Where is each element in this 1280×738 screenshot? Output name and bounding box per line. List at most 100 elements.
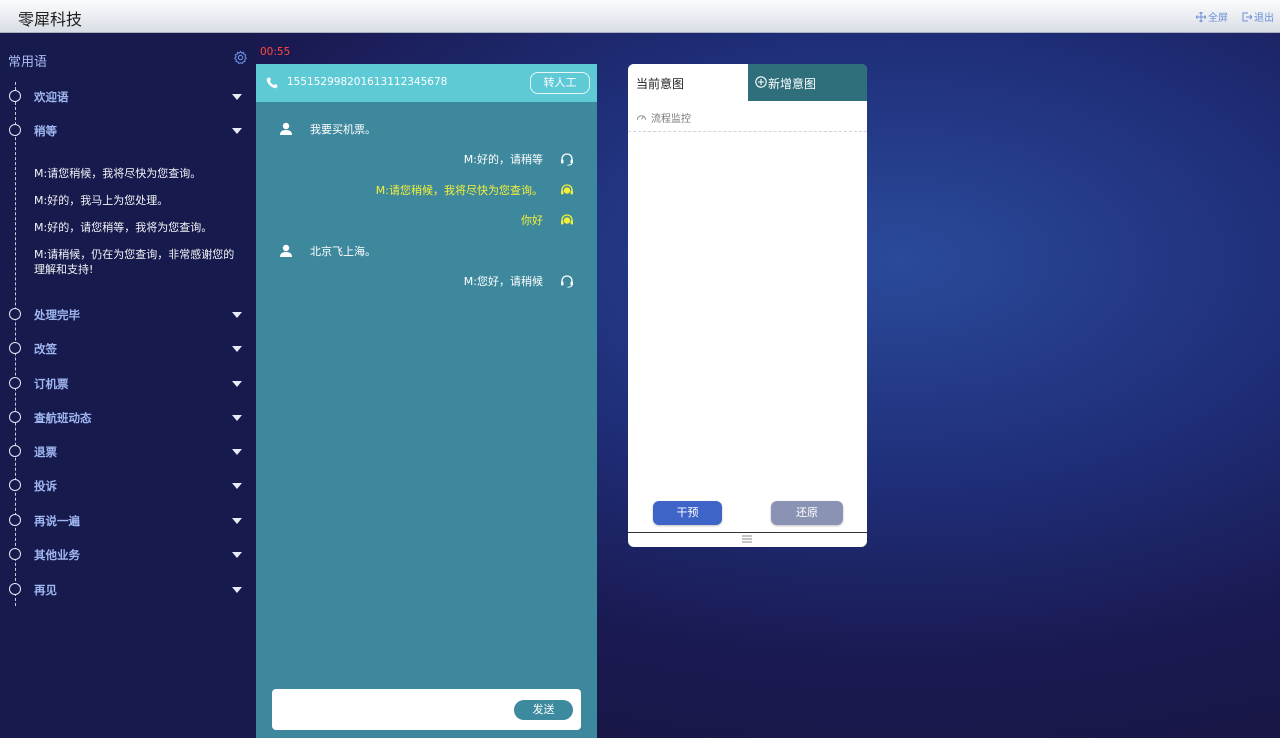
fullscreen-icon — [1196, 11, 1206, 22]
sidebar-item-welcome[interactable]: 欢迎语 — [0, 87, 256, 107]
message-text: M:请您稍候，我将尽快为您查询。 — [375, 184, 543, 197]
caret-down-icon[interactable] — [232, 94, 242, 100]
sidebar-item-label: 欢迎语 — [34, 90, 69, 104]
user-icon — [280, 244, 292, 257]
caret-down-icon[interactable] — [232, 312, 242, 318]
sidebar-item-label: 投诉 — [34, 479, 57, 493]
sidebar-item-complaint[interactable]: 投诉 — [0, 476, 256, 496]
top-bar: 零犀科技 全屏 退出 — [0, 0, 1280, 33]
intervene-button[interactable]: 干预 — [653, 501, 722, 525]
message-text: 我要买机票。 — [310, 123, 376, 136]
message-input[interactable] — [282, 697, 502, 721]
settings-icon[interactable] — [233, 50, 248, 65]
chat-message-agent: M:您好，请稍候 — [464, 273, 575, 289]
caret-down-icon[interactable] — [232, 128, 242, 134]
menu-icon[interactable] — [741, 534, 753, 544]
phrase-item[interactable]: M:请稍候，仍在为您查询，非常感谢您的理解和支持! — [34, 247, 239, 277]
divider — [628, 131, 867, 132]
sidebar-item-label: 退票 — [34, 445, 57, 459]
call-timer: 00:55 — [260, 46, 291, 58]
sidebar-item-label: 再见 — [34, 583, 57, 597]
chat-message-agent-highlight: M:请您稍候，我将尽快为您查询。 — [376, 182, 575, 198]
timeline-dot — [9, 377, 21, 389]
caret-down-icon[interactable] — [232, 587, 242, 593]
agent-icon — [561, 214, 573, 225]
caret-down-icon[interactable] — [232, 552, 242, 558]
agent-icon — [561, 184, 573, 195]
chat-panel: 15515299820161311234567­8 转人工 我要买机票。 M:好… — [256, 64, 597, 738]
sidebar-item-repeat[interactable]: 再说一遍 — [0, 511, 256, 531]
sidebar-item-flight-status[interactable]: 查航班动态 — [0, 408, 256, 428]
timeline-dot — [9, 445, 21, 457]
sidebar-item-wait[interactable]: 稍等 — [0, 121, 256, 141]
timeline-dot — [9, 514, 21, 526]
sidebar-item-book[interactable]: 订机票 — [0, 374, 256, 394]
transfer-to-human-button[interactable]: 转人工 — [530, 72, 590, 94]
timeline-dot — [9, 479, 21, 491]
fullscreen-button[interactable]: 全屏 — [1196, 9, 1228, 24]
tab-current-intent[interactable]: 当前意图 — [628, 64, 748, 101]
caret-down-icon[interactable] — [232, 518, 242, 524]
phone-number: 15515299820161311234567­8 — [287, 76, 448, 88]
headset-icon — [561, 153, 573, 166]
sidebar-item-label: 查航班动态 — [34, 411, 92, 425]
intent-tabs: 当前意图 新增意图 — [628, 64, 867, 101]
sidebar-item-bye[interactable]: 再见 — [0, 580, 256, 600]
sidebar-item-label: 其他业务 — [34, 548, 80, 562]
message-text: M:您好，请稍候 — [463, 275, 543, 288]
headset-icon — [561, 275, 573, 288]
add-circle-icon — [755, 76, 767, 88]
chat-header: 15515299820161311234567­8 转人工 — [256, 64, 597, 102]
timeline-dot — [9, 342, 21, 354]
sidebar-item-label: 再说一遍 — [34, 514, 80, 528]
sidebar-item-label: 订机票 — [34, 377, 69, 391]
timeline-dot — [9, 548, 21, 560]
fullscreen-label: 全屏 — [1208, 13, 1228, 24]
message-text: 北京飞上海。 — [310, 245, 376, 258]
caret-down-icon[interactable] — [232, 449, 242, 455]
caret-down-icon[interactable] — [232, 483, 242, 489]
message-input-box: 发送 — [272, 689, 581, 730]
restore-button[interactable]: 还原 — [771, 501, 843, 525]
timeline-dot — [9, 411, 21, 423]
chat-message-user: 北京飞上海。 — [278, 243, 376, 259]
message-text: M:好的，请稍等 — [463, 153, 543, 166]
sidebar-item-change[interactable]: 改签 — [0, 339, 256, 359]
sidebar: 常用语 欢迎语 稍等 M:请您稍候，我将尽快为您查询。 M:好的，我马上为您处理… — [0, 34, 256, 738]
user-icon — [280, 122, 292, 135]
caret-down-icon[interactable] — [232, 346, 242, 352]
sidebar-item-label: 稍等 — [34, 124, 57, 138]
logout-label: 退出 — [1254, 13, 1274, 24]
phone-icon — [266, 77, 278, 89]
send-button[interactable]: 发送 — [514, 700, 573, 720]
chat-message-agent: M:好的，请稍等 — [464, 151, 575, 167]
sidebar-item-done[interactable]: 处理完毕 — [0, 305, 256, 325]
sidebar-item-refund[interactable]: 退票 — [0, 442, 256, 462]
message-text: 你好 — [521, 214, 543, 227]
sidebar-header: 常用语 — [8, 55, 48, 70]
sub-list: M:请您稍候，我将尽快为您查询。 M:好的，我马上为您处理。 M:好的，请您稍等… — [34, 166, 239, 289]
top-actions: 全屏 退出 — [1196, 9, 1274, 24]
timeline-dot — [9, 90, 21, 102]
caret-down-icon[interactable] — [232, 381, 242, 387]
phrase-item[interactable]: M:请您稍候，我将尽快为您查询。 — [34, 166, 239, 181]
sidebar-item-label: 改签 — [34, 342, 57, 356]
sidebar-item-label: 处理完毕 — [34, 308, 80, 322]
chat-message-user: 我要买机票。 — [278, 121, 376, 137]
intent-panel: 当前意图 新增意图 流程监控 干预 还原 — [628, 64, 867, 547]
caret-down-icon[interactable] — [232, 415, 242, 421]
phrase-item[interactable]: M:好的，我马上为您处理。 — [34, 193, 239, 208]
monitor-label: 流程监控 — [651, 114, 691, 125]
process-monitor[interactable]: 流程监控 — [636, 110, 691, 125]
timeline-dot — [9, 124, 21, 136]
tab-new-label: 新增意图 — [768, 77, 817, 91]
bottom-divider — [628, 532, 867, 533]
phrase-item[interactable]: M:好的，请您稍等，我将为您查询。 — [34, 220, 239, 235]
tab-new-intent[interactable]: 新增意图 — [748, 64, 867, 101]
gauge-icon — [636, 115, 647, 120]
logout-button[interactable]: 退出 — [1242, 9, 1274, 24]
app-title: 零犀科技 — [18, 10, 83, 29]
logout-icon — [1242, 12, 1252, 21]
sidebar-item-other[interactable]: 其他业务 — [0, 545, 256, 565]
timeline-dot — [9, 308, 21, 320]
